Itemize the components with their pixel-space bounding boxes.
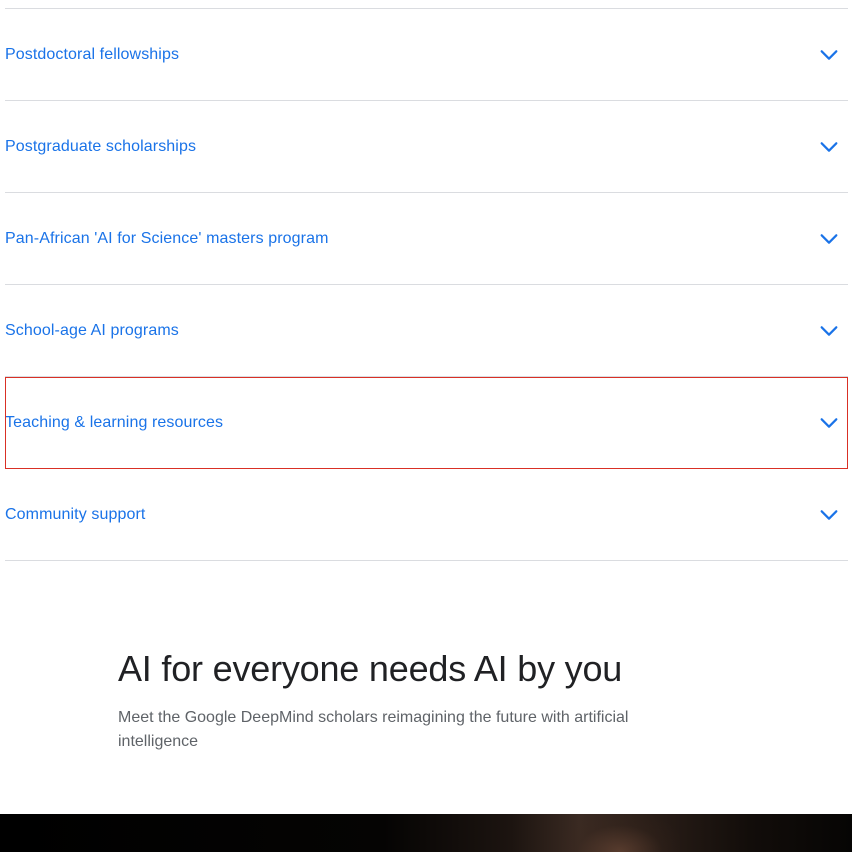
accordion-item-label: Postgraduate scholarships bbox=[5, 137, 197, 155]
chevron-down-icon[interactable] bbox=[818, 412, 840, 434]
accordion-item-postdoctoral-fellowships[interactable]: Postdoctoral fellowships bbox=[5, 9, 848, 101]
promo-heading: AI for everyone needs AI by you bbox=[118, 648, 623, 689]
hero-image bbox=[0, 814, 852, 852]
promo-description: Meet the Google DeepMind scholars reimag… bbox=[118, 709, 629, 750]
accordion-item-label: Postdoctoral fellowships bbox=[5, 45, 180, 63]
programs-accordion: Postdoctoral fellowships Postgraduate sc… bbox=[5, 8, 848, 561]
accordion-item-pan-african-masters[interactable]: Pan-African 'AI for Science' masters pro… bbox=[5, 193, 848, 285]
chevron-down-icon[interactable] bbox=[818, 320, 840, 342]
chevron-down-icon[interactable] bbox=[818, 504, 840, 526]
accordion-item-label: Community support bbox=[5, 505, 146, 523]
accordion-item-label: Teaching & learning resources bbox=[5, 413, 224, 431]
chevron-down-icon[interactable] bbox=[818, 44, 840, 66]
accordion-item-teaching-resources[interactable]: Teaching & learning resources bbox=[5, 377, 848, 469]
accordion-item-school-age-programs[interactable]: School-age AI programs bbox=[5, 285, 848, 377]
accordion-item-community-support[interactable]: Community support bbox=[5, 469, 848, 561]
scholars-promo: AI for everyone needs AI by you Meet the… bbox=[118, 646, 678, 754]
page: Postdoctoral fellowships Postgraduate sc… bbox=[0, 0, 852, 852]
accordion-item-postgraduate-scholarships[interactable]: Postgraduate scholarships bbox=[5, 101, 848, 193]
hero-image-highlight bbox=[560, 814, 680, 852]
chevron-down-icon[interactable] bbox=[818, 136, 840, 158]
accordion-item-label: School-age AI programs bbox=[5, 321, 179, 339]
chevron-down-icon[interactable] bbox=[818, 228, 840, 250]
accordion-item-label: Pan-African 'AI for Science' masters pro… bbox=[5, 229, 329, 247]
